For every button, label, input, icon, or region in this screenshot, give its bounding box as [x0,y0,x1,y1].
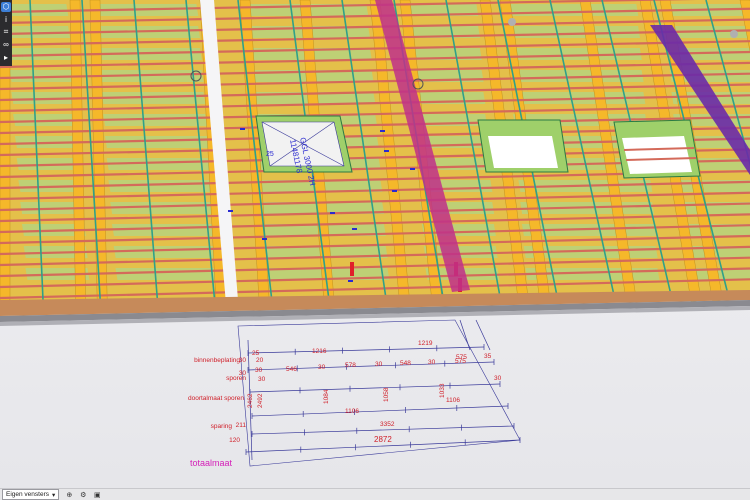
row-label-sparing: sparing [211,423,233,430]
post [350,262,354,276]
svg-text:1058: 1058 [383,387,390,402]
row-label-binnenbeplating: binnenbeplating [194,357,240,364]
marker [380,130,385,132]
svg-text:1084: 1084 [323,389,330,404]
marker [384,150,389,152]
svg-text:2872: 2872 [374,435,392,444]
marker [228,210,233,212]
svg-text:30: 30 [318,364,326,371]
settings-icon[interactable]: ⚙ [79,491,87,499]
marker [262,238,267,240]
svg-text:211: 211 [236,422,247,429]
svg-text:1219: 1219 [418,340,433,347]
camera-icon[interactable]: ▣ [93,491,101,499]
svg-text:578: 578 [345,362,356,369]
views-dropdown-label: Eigen vensters [6,491,49,498]
marker [330,212,335,214]
chevron-down-icon: ▾ [52,491,56,499]
opening-badge: 25 [266,151,274,158]
total-label: totaalmaat [190,458,233,468]
cube-view-icon[interactable]: ⬡ [1,2,11,12]
svg-text:2462: 2462 [247,393,254,408]
insulation-field [504,4,639,16]
marker [240,128,245,130]
svg-text:1106: 1106 [446,397,460,404]
svg-text:575: 575 [455,358,466,365]
svg-text:2492: 2492 [257,393,264,408]
svg-text:548: 548 [400,360,411,367]
svg-text:30: 30 [375,361,383,368]
add-view-icon[interactable]: ⊕ [65,491,73,499]
svg-text:1106: 1106 [345,408,359,415]
svg-text:20: 20 [256,357,264,364]
svg-text:1216: 1216 [312,348,327,355]
3d-viewport[interactable]: GGL 3000 2H 11481178 25 binnenbeplating … [0,0,750,488]
svg-text:1033: 1033 [439,383,446,398]
info-icon[interactable]: i [1,15,11,25]
marker [352,228,357,230]
svg-text:546: 546 [286,366,297,373]
marker [348,280,353,282]
svg-text:35: 35 [484,353,492,360]
svg-text:25: 25 [252,350,260,357]
status-bar: Eigen vensters ▾ ⊕ ⚙ ▣ [0,488,750,500]
marker [392,190,397,192]
svg-text:30: 30 [494,375,502,382]
svg-text:120: 120 [229,437,240,444]
model-canvas[interactable]: GGL 3000 2H 11481178 25 binnenbeplating … [0,0,750,488]
svg-text:30: 30 [239,357,247,364]
svg-text:30: 30 [255,367,263,374]
expand-arrow-icon[interactable]: ▸ [1,53,11,63]
svg-text:30: 30 [239,370,247,377]
svg-text:30: 30 [258,376,266,383]
row-label-doortalmaat: doortalmaat sporen [188,395,244,402]
views-dropdown[interactable]: Eigen vensters ▾ [2,489,60,500]
insulation-field [115,268,220,280]
svg-text:3352: 3352 [380,421,395,428]
marker [410,168,415,170]
link-icon[interactable]: ∞ [1,40,11,50]
measure-icon[interactable]: ⌗ [1,28,11,38]
svg-text:30: 30 [428,359,436,366]
roof-model[interactable]: GGL 3000 2H 11481178 25 [0,0,750,326]
view-toolbar: ⬡ i ⌗ ∞ ▸ [0,0,12,66]
